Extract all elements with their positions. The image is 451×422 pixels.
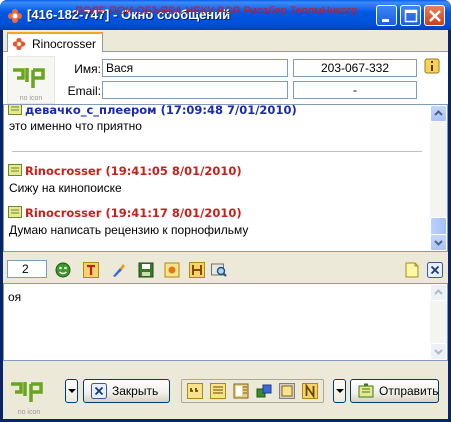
input-scroll-up-button[interactable] <box>430 284 447 301</box>
scroll-up-button[interactable] <box>430 105 447 122</box>
transfer-icon[interactable] <box>256 383 272 399</box>
chevron-down-icon <box>434 349 443 355</box>
minimize-button[interactable] <box>376 5 397 26</box>
chevron-down-icon <box>68 389 76 393</box>
qip-flower-icon <box>8 9 22 23</box>
message-text: Сижу на кинопоиске <box>9 181 122 195</box>
image-icon[interactable] <box>164 262 180 278</box>
message-text: Думаю написать рецензию к порнофильму <box>9 223 249 237</box>
name-field[interactable]: Вася <box>102 59 288 77</box>
input-scroll-down-button[interactable] <box>430 343 447 360</box>
message-icon <box>8 105 22 115</box>
contact-info-icon[interactable] <box>424 58 440 74</box>
title-overlay-text: ПОЛЕ ПОИ ОБЪЯВА НЕКУ РОВ Рисабер ТеопмНи… <box>75 5 358 17</box>
paste-icon[interactable] <box>279 383 295 399</box>
maximize-icon <box>404 9 418 23</box>
note-icon[interactable] <box>404 262 420 278</box>
color-brush-icon[interactable] <box>110 262 126 278</box>
close-button-label: Закрыть <box>112 384 159 398</box>
quote-icon[interactable] <box>187 383 203 399</box>
message-header: девачко_с_плеером (17:09:48 7/01/2010) <box>8 105 297 117</box>
contacts-icon[interactable] <box>233 383 249 399</box>
send-icon <box>358 383 374 398</box>
notes-icon[interactable] <box>210 383 226 399</box>
flower-icon <box>12 37 26 51</box>
message-input-text: оя <box>8 290 22 304</box>
message-input[interactable]: оя <box>3 283 448 361</box>
input-scrollbar[interactable] <box>430 284 447 360</box>
tab-rinocrosser[interactable]: Rinocrosser <box>7 32 103 53</box>
format-toolbar: 2 <box>3 257 448 283</box>
message-header: Rinocrosser (19:41:17 8/01/2010) <box>8 206 242 220</box>
email-label: Email: <box>67 84 101 98</box>
message-text: это именно что приятно <box>9 119 142 133</box>
message-icon <box>8 206 22 218</box>
n-icon[interactable] <box>302 383 318 399</box>
search-icon[interactable] <box>211 262 227 278</box>
day-separator <box>12 151 422 152</box>
close-icon <box>91 383 107 399</box>
chevron-up-icon <box>434 289 443 295</box>
title-bar[interactable]: [416-182-747] - Окно сообщений ПОЛЕ ПОИ … <box>0 0 451 30</box>
history-scrollbar[interactable] <box>430 105 447 251</box>
email-field[interactable] <box>102 81 288 99</box>
chevron-down-icon <box>434 240 443 246</box>
send-button-label: Отправить <box>379 384 439 398</box>
extra-field[interactable]: - <box>293 81 417 99</box>
minimize-icon <box>382 19 389 22</box>
chevron-down-icon <box>336 389 344 393</box>
maximize-button[interactable] <box>400 5 421 26</box>
action-icon-strip <box>181 379 324 403</box>
close-chat-button[interactable]: Закрыть <box>83 379 170 403</box>
chat-window: [416-182-747] - Окно сообщений ПОЛЕ ПОИ … <box>0 0 451 422</box>
qip-logo-icon: no icon <box>11 382 43 416</box>
name-label: Имя: <box>74 62 101 76</box>
tab-label: Rinocrosser <box>32 37 97 51</box>
chevron-up-icon <box>434 110 443 116</box>
chat-history[interactable]: девачко_с_плеером (17:09:48 7/01/2010) э… <box>3 104 448 252</box>
history-icon[interactable] <box>189 262 205 278</box>
uin-field[interactable]: 203-067-332 <box>293 59 417 77</box>
smiley-icon[interactable] <box>55 262 71 278</box>
window-client: Rinocrosser no icon Имя: Вася 203-067-33… <box>3 30 448 419</box>
svg-text:no icon: no icon <box>18 409 41 416</box>
close-tab-icon[interactable] <box>427 262 443 278</box>
text-format-icon[interactable] <box>83 262 99 278</box>
close-icon <box>429 10 441 22</box>
close-button[interactable] <box>424 5 445 26</box>
send-options-dropdown[interactable] <box>333 379 346 403</box>
tab-strip: Rinocrosser <box>3 30 448 53</box>
bottom-bar: no icon Закрыть Отправить <box>3 362 448 419</box>
send-button[interactable]: Отправить <box>350 379 439 403</box>
options-dropdown[interactable] <box>65 379 78 403</box>
message-header: Rinocrosser (19:41:05 8/01/2010) <box>8 164 242 178</box>
message-icon <box>8 164 22 176</box>
save-icon[interactable] <box>138 262 154 278</box>
svg-text:no icon: no icon <box>20 95 43 102</box>
counter-field[interactable]: 2 <box>7 260 47 278</box>
scroll-down-button[interactable] <box>430 234 447 251</box>
